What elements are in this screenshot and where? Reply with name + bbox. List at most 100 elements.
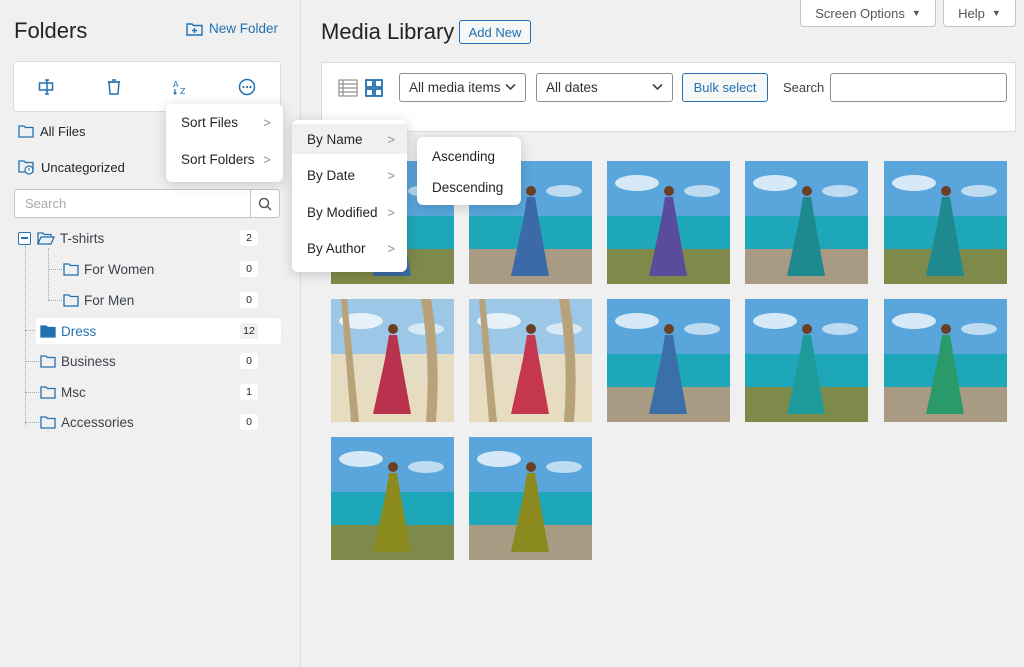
folder-search bbox=[14, 189, 280, 218]
by-name-item[interactable]: By Name > bbox=[292, 124, 407, 154]
add-new-button[interactable]: Add New bbox=[459, 20, 531, 44]
new-folder-button[interactable]: New Folder bbox=[186, 21, 278, 36]
folder-label: For Women bbox=[84, 261, 155, 277]
media-type-select[interactable]: All media items bbox=[399, 73, 526, 102]
media-type-value: All media items bbox=[409, 80, 501, 95]
collapse-icon[interactable] bbox=[18, 231, 31, 245]
media-thumbnail[interactable] bbox=[745, 161, 868, 284]
folder-dress[interactable]: Dress 12 bbox=[40, 319, 280, 343]
dates-value: All dates bbox=[546, 80, 598, 95]
new-folder-label: New Folder bbox=[209, 21, 279, 36]
folder-for-men[interactable]: For Men 0 bbox=[63, 288, 280, 312]
media-search-input[interactable] bbox=[830, 73, 1007, 102]
uncategorized-link[interactable]: Uncategorized bbox=[18, 160, 125, 175]
media-thumbnail[interactable] bbox=[469, 437, 592, 560]
media-thumbnail[interactable] bbox=[607, 161, 730, 284]
media-thumbnail[interactable] bbox=[469, 299, 592, 422]
chevron-down-icon bbox=[505, 83, 516, 91]
folder-icon bbox=[40, 385, 56, 399]
chevron-right-icon: > bbox=[387, 167, 395, 183]
folder-tshirts[interactable]: T-shirts 2 bbox=[18, 226, 280, 250]
sort-folders-item[interactable]: Sort Folders > bbox=[166, 144, 283, 174]
folder-business[interactable]: Business 0 bbox=[40, 349, 280, 373]
by-name-label: By Name bbox=[307, 131, 363, 147]
folder-count: 0 bbox=[240, 292, 258, 308]
media-thumbnail[interactable] bbox=[884, 299, 1007, 422]
tree-line bbox=[25, 392, 39, 393]
rename-icon[interactable] bbox=[35, 75, 59, 99]
by-date-item[interactable]: By Date > bbox=[292, 160, 407, 190]
folder-search-button[interactable] bbox=[250, 190, 279, 217]
dates-select[interactable]: All dates bbox=[536, 73, 673, 102]
all-files-label: All Files bbox=[40, 124, 86, 139]
folders-sidebar: Folders New Folder AZ All Files Uncatego… bbox=[0, 0, 301, 667]
by-author-item[interactable]: By Author > bbox=[292, 233, 407, 263]
sort-folders-label: Sort Folders bbox=[181, 151, 255, 167]
sort-by-menu: By Name > By Date > By Modified > By Aut… bbox=[292, 120, 407, 272]
folder-count: 12 bbox=[240, 323, 258, 339]
folder-open-icon bbox=[37, 231, 55, 245]
by-author-label: By Author bbox=[307, 240, 366, 256]
folder-label: Dress bbox=[61, 323, 97, 339]
folder-count: 0 bbox=[240, 261, 258, 277]
ascending-item[interactable]: Ascending bbox=[417, 141, 521, 171]
tree-line bbox=[48, 269, 62, 270]
media-thumbnail[interactable] bbox=[607, 299, 730, 422]
folder-search-input[interactable] bbox=[15, 190, 251, 217]
caret-down-icon: ▼ bbox=[911, 8, 921, 18]
more-options-icon[interactable] bbox=[235, 75, 259, 99]
svg-text:A: A bbox=[173, 80, 179, 89]
chevron-right-icon: > bbox=[387, 204, 395, 220]
page-title: Media Library bbox=[321, 19, 455, 44]
delete-icon[interactable] bbox=[102, 75, 126, 99]
folder-icon bbox=[63, 262, 79, 276]
sort-menu: Sort Files > Sort Folders > bbox=[166, 104, 283, 182]
folder-for-women[interactable]: For Women 0 bbox=[63, 257, 280, 281]
folder-msc[interactable]: Msc 1 bbox=[40, 380, 280, 404]
help-tab[interactable]: Help ▼ bbox=[943, 0, 1016, 27]
list-view-icon[interactable] bbox=[338, 78, 358, 98]
folder-icon bbox=[63, 293, 79, 307]
folder-icon bbox=[18, 125, 34, 138]
tree-line bbox=[25, 422, 39, 423]
folder-icon bbox=[40, 354, 56, 368]
sidebar-title: Folders bbox=[14, 18, 88, 43]
sort-az-icon[interactable]: AZ bbox=[168, 75, 192, 99]
ascending-label: Ascending bbox=[432, 148, 496, 164]
tree-line bbox=[48, 248, 49, 300]
grid-view-icon[interactable] bbox=[364, 78, 384, 98]
folder-label: Msc bbox=[61, 384, 86, 400]
descending-label: Descending bbox=[432, 179, 504, 195]
chevron-right-icon: > bbox=[387, 240, 395, 256]
caret-down-icon: ▼ bbox=[991, 8, 1001, 18]
folder-icon bbox=[40, 415, 56, 429]
folder-accessories[interactable]: Accessories 0 bbox=[40, 410, 280, 434]
help-label: Help bbox=[958, 5, 985, 21]
media-thumbnail[interactable] bbox=[745, 299, 868, 422]
order-menu: Ascending Descending bbox=[417, 137, 521, 205]
chevron-right-icon: > bbox=[263, 114, 271, 130]
media-thumbnail[interactable] bbox=[331, 437, 454, 560]
chevron-right-icon: > bbox=[263, 151, 271, 167]
folder-count: 1 bbox=[240, 384, 258, 400]
uncategorized-label: Uncategorized bbox=[41, 160, 125, 175]
bulk-select-button[interactable]: Bulk select bbox=[682, 73, 768, 102]
folder-count: 0 bbox=[240, 353, 258, 369]
chevron-down-icon bbox=[652, 83, 663, 91]
tree-line bbox=[25, 246, 26, 426]
media-thumbnail[interactable] bbox=[884, 161, 1007, 284]
by-modified-item[interactable]: By Modified > bbox=[292, 197, 407, 227]
sort-files-item[interactable]: Sort Files > bbox=[166, 107, 283, 137]
folder-count: 2 bbox=[240, 230, 258, 246]
all-files-link[interactable]: All Files bbox=[18, 124, 86, 139]
uncategorized-folder-icon bbox=[18, 160, 34, 175]
descending-item[interactable]: Descending bbox=[417, 172, 521, 202]
chevron-right-icon: > bbox=[387, 131, 395, 147]
media-thumbnail[interactable] bbox=[331, 299, 454, 422]
folder-label: Accessories bbox=[61, 414, 134, 430]
media-filter-bar: All media items All dates Bulk select Se… bbox=[321, 62, 1016, 132]
svg-text:Z: Z bbox=[180, 87, 186, 96]
screen-options-tab[interactable]: Screen Options ▼ bbox=[800, 0, 936, 27]
sort-files-label: Sort Files bbox=[181, 114, 239, 130]
media-search-label: Search bbox=[783, 80, 825, 95]
